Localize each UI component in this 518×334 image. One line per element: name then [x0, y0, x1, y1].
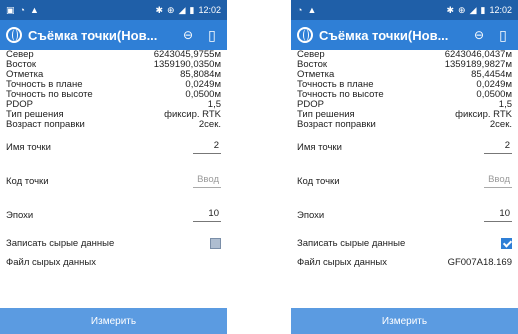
- status-bar: ▣ ◔ ▲ ✱ ⊕ ◢ ▮ 12:02: [0, 0, 227, 20]
- point-name-input[interactable]: 2: [484, 140, 512, 154]
- raw-file-row: Файл сырых данных GF007A18.169: [297, 256, 512, 268]
- book-icon[interactable]: ▯: [203, 27, 221, 44]
- survey-content: Север 6243046,0437м Восток 1359189,9827м…: [291, 50, 518, 308]
- survey-content: Север 6243045,9755м Восток 1359190,0350м…: [0, 50, 227, 308]
- location-icon: ⊕: [458, 4, 466, 15]
- bluetooth-icon: ✱: [446, 4, 455, 15]
- raw-data-row: Записать сырые данные: [6, 232, 221, 254]
- wifi-icon: ◔: [19, 5, 25, 15]
- signal-icon: ◢: [178, 4, 186, 15]
- point-code-input[interactable]: Ввод: [484, 174, 512, 188]
- target-icon[interactable]: ⊖: [179, 28, 197, 42]
- raw-file-value: GF007A18.169: [447, 256, 512, 268]
- measure-button[interactable]: Измерить: [0, 308, 227, 334]
- book-icon[interactable]: ▯: [494, 27, 512, 44]
- readout-correction-age: Возраст поправки 2сек.: [6, 119, 221, 130]
- gallery-icon: ▣: [6, 4, 15, 15]
- target-icon[interactable]: ⊖: [470, 28, 488, 42]
- epochs-row: Эпохи 10: [6, 208, 221, 222]
- app-title: Съёмка точки(Нов...: [28, 27, 158, 43]
- phone-screen-right: ◔ ▲ ✱ ⊕ ◢ ▮ 12:02 Съёмка точки(Нов... ⊖ …: [291, 0, 518, 334]
- epochs-input[interactable]: 10: [484, 208, 512, 222]
- warning-icon: ▲: [307, 5, 317, 15]
- globe-icon: [6, 27, 22, 43]
- raw-data-checkbox[interactable]: [210, 237, 221, 249]
- battery-icon: ▮: [189, 4, 195, 15]
- status-time: 12:02: [489, 5, 512, 15]
- battery-icon: ▮: [480, 4, 486, 15]
- raw-data-checkbox[interactable]: [501, 237, 512, 249]
- status-time: 12:02: [198, 5, 221, 15]
- location-icon: ⊕: [167, 4, 175, 15]
- point-code-row: Код точки Ввод: [297, 174, 512, 188]
- phone-screen-left: ▣ ◔ ▲ ✱ ⊕ ◢ ▮ 12:02 Съёмка точки(Нов... …: [0, 0, 227, 334]
- point-code-row: Код точки Ввод: [6, 174, 221, 188]
- epochs-row: Эпохи 10: [297, 208, 512, 222]
- app-bar: Съёмка точки(Нов... ⊖ ▯: [291, 20, 518, 50]
- warning-icon: ▲: [29, 5, 39, 15]
- epochs-input[interactable]: 10: [193, 208, 221, 222]
- readout-vertical-accuracy: Точность по высоте 0,0500м: [297, 89, 512, 100]
- signal-icon: ◢: [469, 4, 477, 15]
- raw-data-row: Записать сырые данные: [297, 232, 512, 254]
- app-bar: Съёмка точки(Нов... ⊖ ▯: [0, 20, 227, 50]
- bluetooth-icon: ✱: [155, 4, 164, 15]
- app-title: Съёмка точки(Нов...: [319, 27, 449, 43]
- raw-file-row: Файл сырых данных: [6, 256, 96, 268]
- readout-correction-age: Возраст поправки 2сек.: [297, 119, 512, 130]
- status-bar: ◔ ▲ ✱ ⊕ ◢ ▮ 12:02: [291, 0, 518, 20]
- wifi-icon: ◔: [297, 5, 303, 15]
- readout-vertical-accuracy: Точность по высоте 0,0500м: [6, 89, 221, 100]
- globe-icon: [297, 27, 313, 43]
- point-name-input[interactable]: 2: [193, 140, 221, 154]
- measure-button[interactable]: Измерить: [291, 308, 518, 334]
- point-name-row: Имя точки 2: [6, 140, 221, 154]
- point-code-input[interactable]: Ввод: [193, 174, 221, 188]
- point-name-row: Имя точки 2: [297, 140, 512, 154]
